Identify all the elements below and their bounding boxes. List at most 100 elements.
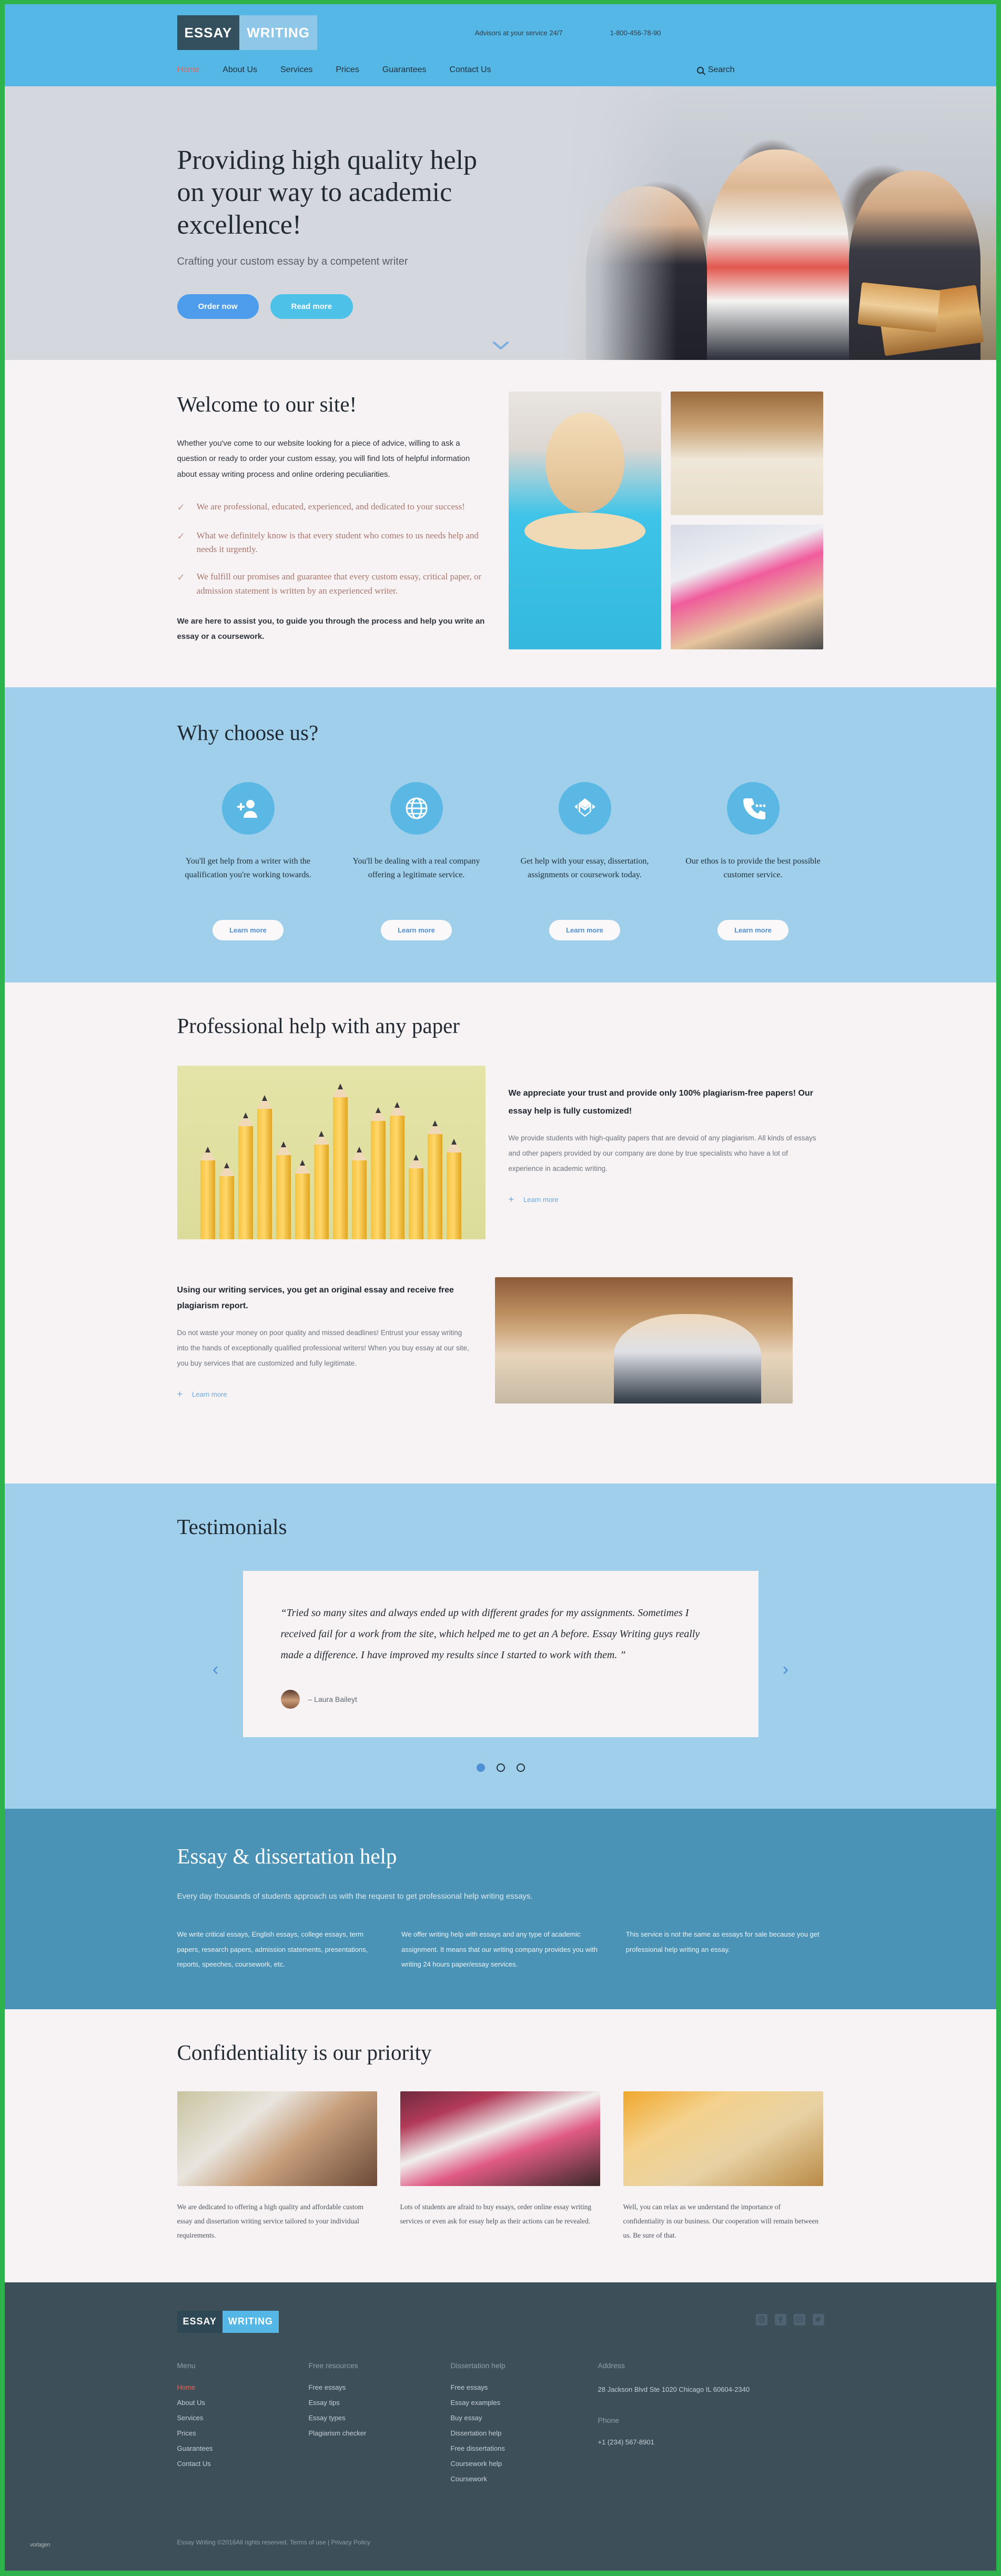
dissertation-column-3: This service is not the same as essays f… bbox=[625, 1930, 820, 1953]
youtube-icon[interactable] bbox=[793, 2313, 805, 2326]
read-more-button[interactable]: Read more bbox=[270, 294, 353, 319]
plus-icon: + bbox=[177, 1388, 183, 1399]
learn-more-button-3[interactable]: Learn more bbox=[549, 920, 620, 940]
footer-link-coursework-help[interactable]: Coursework help bbox=[451, 2460, 598, 2468]
nav-item-guarantees[interactable]: Guarantees bbox=[382, 65, 427, 75]
footer-link-free-essays[interactable]: Free essays bbox=[309, 2383, 451, 2391]
footer-phone[interactable]: +1 (234) 567-8901 bbox=[598, 2438, 819, 2446]
list-item: ✓ We fulfill our promises and guarantee … bbox=[177, 570, 488, 598]
why-choose-section: Why choose us? You'll get help from a wr… bbox=[5, 687, 996, 983]
hero-content: Providing high quality help on your way … bbox=[5, 86, 996, 360]
footer-link-prices[interactable]: Prices bbox=[177, 2429, 309, 2437]
footer-link-coursework[interactable]: Coursework bbox=[451, 2475, 598, 2483]
prof-learn-more-1[interactable]: + Learn more bbox=[509, 1194, 559, 1205]
search-icon bbox=[696, 66, 704, 74]
footer-logo-essay: ESSAY bbox=[177, 2310, 223, 2333]
learn-more-button-2[interactable]: Learn more bbox=[381, 920, 452, 940]
footer-link-home[interactable]: Home bbox=[177, 2383, 309, 2391]
advisors-text: Advisors at your service 24/7 bbox=[474, 28, 563, 37]
welcome-bullets: ✓ We are professional, educated, experie… bbox=[177, 500, 488, 598]
why-item-2: You'll be dealing with a real company of… bbox=[346, 782, 488, 940]
footer-link-d-free-essays[interactable]: Free essays bbox=[451, 2383, 598, 2391]
scroll-down-button[interactable] bbox=[492, 341, 510, 350]
library-image bbox=[494, 1277, 793, 1404]
carousel-next-button[interactable]: › bbox=[783, 1659, 788, 1680]
carousel-dot-1[interactable] bbox=[476, 1763, 485, 1772]
check-icon: ✓ bbox=[177, 502, 185, 513]
footer-link-about-us[interactable]: About Us bbox=[177, 2399, 309, 2407]
nav-item-prices[interactable]: Prices bbox=[336, 65, 359, 75]
prof-title-1: We appreciate your trust and provide onl… bbox=[508, 1089, 813, 1116]
welcome-heading: Welcome to our site! bbox=[177, 392, 357, 416]
footer-link-services[interactable]: Services bbox=[177, 2414, 309, 2422]
confidentiality-text-1: We are dedicated to offering a high qual… bbox=[177, 2202, 364, 2239]
green-frame-right bbox=[996, 0, 1001, 2576]
green-frame-bottom bbox=[0, 2570, 1001, 2576]
testimonial-card: “Tried so many sites and always ended up… bbox=[242, 1571, 759, 1737]
facebook-icon[interactable] bbox=[774, 2313, 786, 2326]
why-text-1: You'll get help from a writer with the q… bbox=[185, 857, 311, 880]
carousel-dot-3[interactable] bbox=[516, 1763, 525, 1772]
footer-link-guarantees[interactable]: Guarantees bbox=[177, 2444, 309, 2452]
why-text-4: Our ethos is to provide the best possibl… bbox=[685, 857, 821, 880]
dissertation-heading: Essay & dissertation help bbox=[177, 1844, 397, 1868]
learn-more-button-1[interactable]: Learn more bbox=[213, 920, 284, 940]
carousel-dot-2[interactable] bbox=[496, 1763, 505, 1772]
welcome-text-column: Welcome to our site! Whether you've come… bbox=[177, 392, 488, 649]
why-heading: Why choose us? bbox=[177, 720, 319, 745]
footer-link-contact-us[interactable]: Contact Us bbox=[177, 2460, 309, 2468]
list-item: ✓ We are professional, educated, experie… bbox=[177, 500, 488, 515]
confidentiality-heading: Confidentiality is our priority bbox=[177, 2040, 432, 2064]
search-label: Search bbox=[707, 65, 735, 74]
welcome-grid: Welcome to our site! Whether you've come… bbox=[177, 392, 824, 649]
footer-link-free-dissertations[interactable]: Free dissertations bbox=[451, 2444, 598, 2452]
why-icon-wrap-1 bbox=[221, 782, 275, 835]
hero-subtitle: Crafting your custom essay by a competen… bbox=[177, 256, 408, 268]
welcome-image-books bbox=[670, 392, 823, 515]
dissertation-column-1: We write critical essays, English essays… bbox=[177, 1930, 368, 1969]
carousel-prev-button[interactable]: ‹ bbox=[213, 1659, 218, 1680]
site-logo[interactable]: ESSAY WRITING bbox=[177, 15, 317, 50]
confidentiality-image-1 bbox=[177, 2091, 377, 2186]
check-icon: ✓ bbox=[177, 572, 185, 583]
why-wrap: Why choose us? You'll get help from a wr… bbox=[177, 720, 824, 940]
learn-more-button-4[interactable]: Learn more bbox=[717, 920, 788, 940]
footer-top-row: ESSAY WRITING bbox=[177, 2310, 824, 2333]
welcome-wrap: Welcome to our site! Whether you've come… bbox=[177, 392, 824, 649]
order-now-button[interactable]: Order now bbox=[177, 294, 259, 319]
footer-link-essay-types[interactable]: Essay types bbox=[309, 2414, 451, 2422]
nav-item-about-us[interactable]: About Us bbox=[223, 65, 257, 75]
footer-logo[interactable]: ESSAY WRITING bbox=[177, 2310, 279, 2333]
why-text-2: You'll be dealing with a real company of… bbox=[352, 857, 480, 880]
testimonials-section: Testimonials “Tried so many sites and al… bbox=[5, 1484, 996, 1809]
twitter-icon[interactable] bbox=[812, 2313, 824, 2326]
professional-help-section: Professional help with any paper We appr… bbox=[5, 983, 996, 1484]
footer-link-dissertation-help[interactable]: Dissertation help bbox=[451, 2429, 598, 2437]
nav-item-home[interactable]: Home bbox=[177, 65, 200, 75]
copyright-bar: Essay Writing ©2016All rights reserved. … bbox=[5, 2523, 996, 2570]
green-frame-top bbox=[0, 0, 1001, 4]
instagram-icon[interactable] bbox=[755, 2313, 767, 2326]
nav-item-services[interactable]: Services bbox=[280, 65, 312, 75]
footer-link-plagiarism-checker[interactable]: Plagiarism checker bbox=[309, 2429, 451, 2437]
why-text-3: Get help with your essay, dissertation, … bbox=[520, 857, 649, 880]
social-links bbox=[755, 2311, 824, 2326]
why-icon-wrap-4 bbox=[726, 782, 780, 835]
welcome-image-stack bbox=[670, 392, 823, 649]
main-nav: Home About Us Services Prices Guarantees… bbox=[177, 65, 491, 75]
prof-title-2: Using our writing services, you get an o… bbox=[177, 1286, 454, 1311]
dissertation-columns: We write critical essays, English essays… bbox=[177, 1927, 824, 1972]
footer-divider bbox=[5, 2570, 996, 2571]
header-phone[interactable]: 1-800-456-78-90 bbox=[610, 29, 661, 37]
search-button[interactable]: Search bbox=[696, 65, 824, 75]
footer-link-essay-examples[interactable]: Essay examples bbox=[451, 2399, 598, 2407]
prof-learn-more-2[interactable]: + Learn more bbox=[177, 1389, 227, 1400]
why-item-3: Get help with your essay, dissertation, … bbox=[514, 782, 656, 940]
nav-item-contact-us[interactable]: Contact Us bbox=[449, 65, 491, 75]
hero-section: Providing high quality help on your way … bbox=[5, 86, 996, 360]
footer-link-essay-tips[interactable]: Essay tips bbox=[309, 2399, 451, 2407]
hero-buttons: Order now Read more bbox=[177, 294, 824, 319]
welcome-tail: We are here to assist you, to guide you … bbox=[177, 616, 485, 642]
footer-link-buy-essay[interactable]: Buy essay bbox=[451, 2414, 598, 2422]
why-icon-wrap-3 bbox=[558, 782, 611, 835]
